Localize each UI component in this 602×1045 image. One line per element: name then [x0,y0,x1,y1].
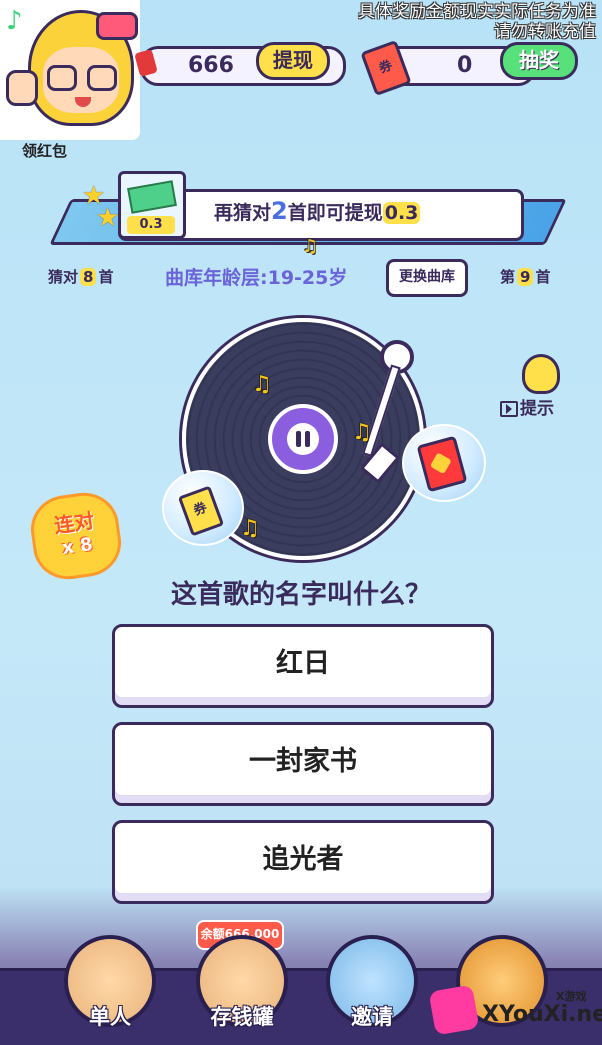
lottery-button[interactable]: 抽奖 [500,42,578,80]
ticket-icon: 券 [360,39,412,97]
pause-button[interactable] [268,404,338,474]
withdraw-button[interactable]: 提现 [256,42,330,80]
red-envelope-icon [134,49,158,77]
nav-single-player[interactable]: 单人 [64,935,156,1029]
question-text: 这首歌的名字叫什么？ [170,580,431,610]
library-age-range: 曲库年龄层:19-25岁 [165,267,348,289]
hint-button[interactable]: 提示 [500,350,570,420]
nav-invite[interactable]: 邀请 [326,935,418,1029]
coin-value: 666 [188,53,234,78]
top-bar: 666 提现 券 0 抽奖 [130,39,602,97]
lightbulb-icon [522,354,560,394]
song-number: 第9首 [500,268,551,286]
music-note-icon: ♫ [352,420,372,445]
ticket-value: 0 [457,53,473,78]
watermark: X游戏 XYouXi.net [428,984,602,1042]
red-envelope-bubble[interactable] [402,424,486,502]
red-envelope-avatar-card[interactable]: ♪ [0,0,140,140]
ticket-icon: 券 [177,485,225,537]
cash-icon [127,180,177,214]
glasses-icon [47,65,77,91]
music-note-icon: ♫ [252,372,272,397]
music-note-icon: ♪ [6,6,23,36]
disclaimer-notice: 具体奖励金额现实实际任务为准 请勿转账充值 [358,2,596,42]
bow-icon [96,12,138,40]
thumbs-up-icon [6,70,38,106]
music-note-icon: ♫ [302,236,319,257]
ticket-bubble[interactable]: 券 [162,470,244,546]
nav-piggy-bank[interactable]: 存钱罐 [196,935,288,1029]
combo-streak-badge: 连对 x 8 [26,488,126,584]
cash-reward-card: 0.3 [118,171,186,239]
answer-option-2[interactable]: 一封家书 [112,722,494,806]
star-icon: ★ [96,203,120,233]
answer-option-1[interactable]: 红日 [112,624,494,708]
progress-message: 再猜对2首即可提现 0.3 [214,197,421,225]
red-envelope-icon [416,435,468,493]
pause-icon [287,423,319,455]
correct-count: 猜对 8 首 [48,268,114,286]
red-envelope-label: 领红包 [22,142,68,160]
switch-library-button[interactable]: 更换曲库 [386,259,468,297]
gamepad-logo-icon [428,984,480,1036]
music-note-icon: ♫ [240,516,260,541]
video-play-icon [500,401,518,417]
answer-option-3[interactable]: 追光者 [112,820,494,904]
